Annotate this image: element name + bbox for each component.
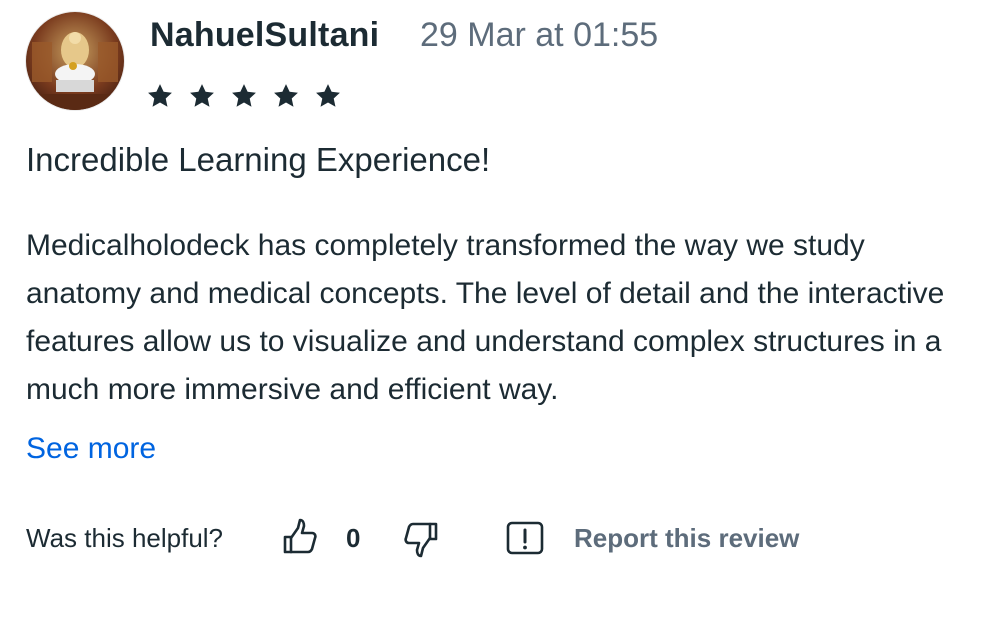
thumbs-down-icon: [404, 522, 438, 558]
avatar-image: [26, 12, 124, 110]
reviewer-name[interactable]: NahuelSultani: [150, 16, 379, 55]
star-icon: [146, 82, 174, 110]
thumbs-up-button[interactable]: [277, 515, 321, 559]
helpful-count: 0: [346, 523, 361, 553]
thumbs-down-button[interactable]: [400, 517, 444, 561]
star-rating: [146, 82, 342, 110]
report-review-link[interactable]: Report this review: [574, 523, 799, 554]
avatar[interactable]: [26, 12, 124, 110]
star-icon: [314, 82, 342, 110]
review-body: Medicalholodeck has completely transform…: [26, 229, 945, 406]
review-timestamp: 29 Mar at 01:55: [420, 16, 659, 54]
review-card: NahuelSultani 29 Mar at 01:55 Incredible…: [0, 0, 992, 632]
see-more-link[interactable]: See more: [26, 432, 156, 466]
thumbs-up-icon: [283, 518, 317, 554]
helpful-question: Was this helpful?: [26, 523, 224, 553]
report-button[interactable]: [505, 519, 545, 559]
star-icon: [272, 82, 300, 110]
star-icon: [230, 82, 258, 110]
report-icon: [506, 521, 544, 555]
review-title: Incredible Learning Experience!: [26, 141, 491, 178]
star-icon: [188, 82, 216, 110]
